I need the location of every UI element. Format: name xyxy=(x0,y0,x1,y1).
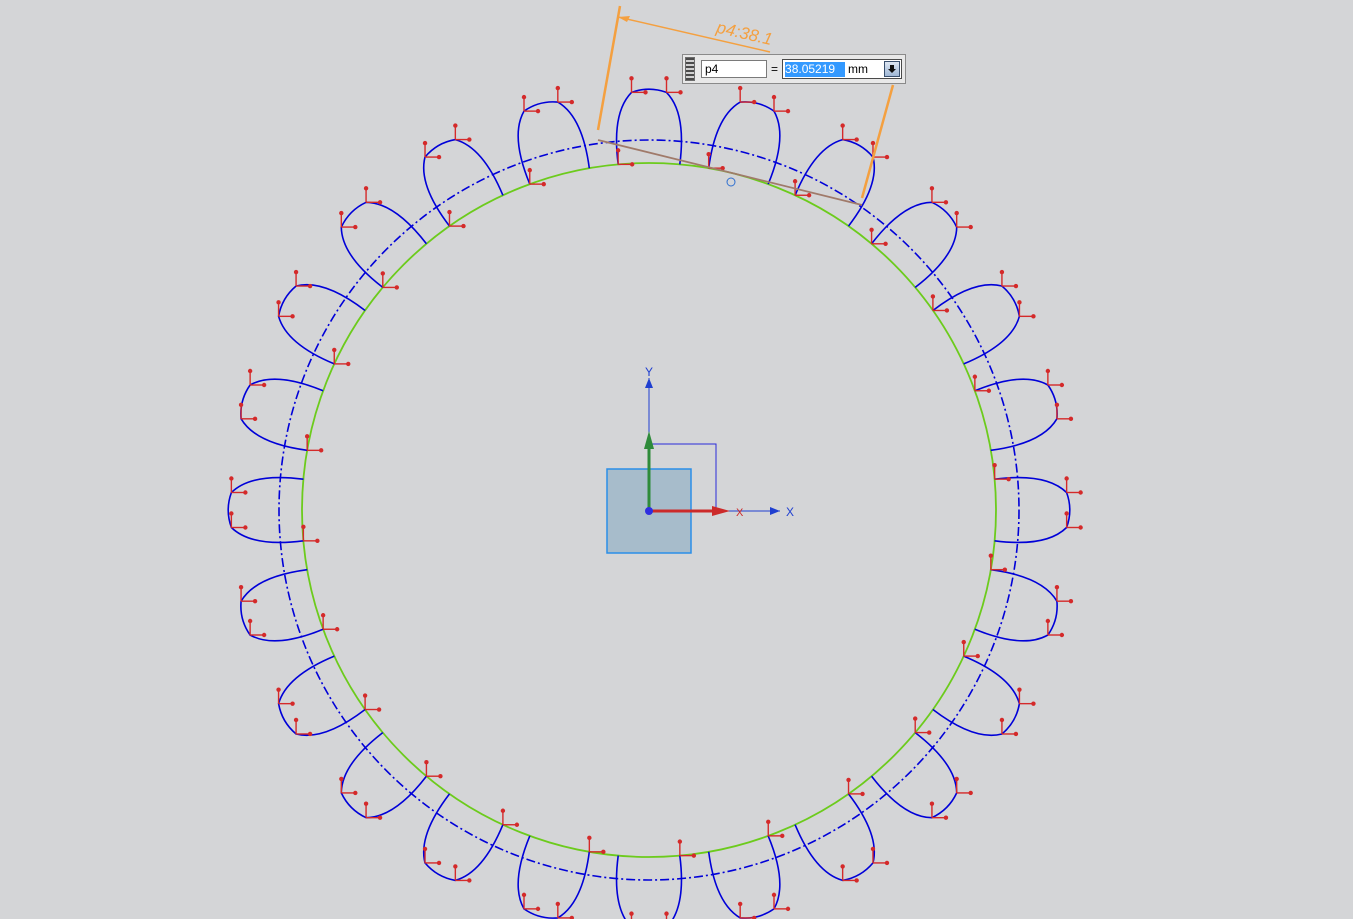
constraint-marker[interactable] xyxy=(247,368,267,388)
constraint-marker[interactable] xyxy=(1017,687,1036,706)
constraint-marker[interactable] xyxy=(929,801,949,820)
constraint-marker[interactable] xyxy=(500,808,520,827)
gear-tooth-profile[interactable] xyxy=(227,476,304,544)
constraint-marker[interactable] xyxy=(999,269,1019,289)
constraint-marker[interactable] xyxy=(954,776,973,796)
gear-tooth-profile[interactable] xyxy=(422,793,504,882)
constraint-marker[interactable] xyxy=(229,511,248,530)
constraint-marker[interactable] xyxy=(846,777,865,797)
constraint-marker[interactable] xyxy=(629,76,648,95)
constraint-marker[interactable] xyxy=(954,210,973,230)
dimension-label[interactable]: p4:38.1 xyxy=(714,18,775,50)
constraint-marker[interactable] xyxy=(766,819,785,839)
constraint-marker[interactable] xyxy=(363,801,383,820)
gear-tooth-profile[interactable] xyxy=(277,655,366,737)
gear-tooth-profile[interactable] xyxy=(870,731,958,819)
gear-tooth-profile[interactable] xyxy=(422,138,504,227)
gear-tooth-profile[interactable] xyxy=(240,568,324,642)
constraint-marker[interactable] xyxy=(840,864,859,883)
constraint-marker[interactable] xyxy=(453,123,472,142)
gear-tooth-profile[interactable] xyxy=(974,568,1058,642)
constraint-marker[interactable] xyxy=(664,76,683,95)
constraint-marker[interactable] xyxy=(229,476,248,495)
constraint-marker[interactable] xyxy=(1054,584,1074,604)
equals-sign: = xyxy=(771,62,779,76)
constraint-marker[interactable] xyxy=(339,210,358,230)
cad-sketch-viewport[interactable]: p4:38.1 X X Y xyxy=(0,0,1353,919)
gear-tooth-profile[interactable] xyxy=(932,655,1021,737)
gear-tooth-profile[interactable] xyxy=(240,378,324,452)
x-axis-label: X xyxy=(786,505,794,519)
constraint-marker[interactable] xyxy=(869,227,888,246)
constraint-marker[interactable] xyxy=(930,294,950,313)
constraint-marker[interactable] xyxy=(293,269,313,289)
constraint-marker[interactable] xyxy=(422,846,442,866)
dimension-edit-toolbar: = 38.05219 mm xyxy=(682,54,906,84)
grip-icon[interactable] xyxy=(685,57,695,81)
constraint-marker[interactable] xyxy=(1064,511,1083,530)
constraint-marker[interactable] xyxy=(555,85,575,105)
unit-label: mm xyxy=(848,62,869,76)
x-axis-label-small: X xyxy=(736,507,744,519)
constraint-marker[interactable] xyxy=(615,148,635,167)
gear-tooth-profile[interactable] xyxy=(277,283,366,365)
dimension-value-input[interactable]: 38.05219 xyxy=(785,61,846,77)
constraint-marker[interactable] xyxy=(992,462,1011,482)
constraint-marker[interactable] xyxy=(527,167,546,187)
gear-tooth-profile[interactable] xyxy=(932,283,1021,365)
constraint-marker[interactable] xyxy=(424,760,443,779)
constraint-marker[interactable] xyxy=(339,776,358,796)
gear-tooth-profile[interactable] xyxy=(707,835,781,919)
constraint-marker[interactable] xyxy=(929,186,949,205)
gear-tooth-profile[interactable] xyxy=(517,835,591,919)
constraint-marker[interactable] xyxy=(276,300,295,319)
constraint-marker[interactable] xyxy=(238,402,258,422)
constraint-marker[interactable] xyxy=(677,839,697,858)
constraint-marker[interactable] xyxy=(771,892,791,912)
gear-tooth-profile[interactable] xyxy=(340,731,428,819)
constraint-marker[interactable] xyxy=(304,434,324,453)
constraint-marker[interactable] xyxy=(629,911,647,919)
gear-tooth-profile[interactable] xyxy=(615,855,683,919)
constraint-marker[interactable] xyxy=(1017,300,1036,319)
constraint-marker[interactable] xyxy=(870,846,890,866)
constraint-marker[interactable] xyxy=(247,618,267,638)
constraint-marker[interactable] xyxy=(320,613,340,632)
gear-tooth-profile[interactable] xyxy=(994,476,1071,544)
constraint-marker[interactable] xyxy=(737,901,757,919)
y-axis-label: Y xyxy=(645,365,653,379)
constraint-marker[interactable] xyxy=(771,94,791,114)
gear-tooth-profile[interactable] xyxy=(794,793,876,882)
constraint-marker[interactable] xyxy=(737,85,757,105)
dimension-annotation[interactable]: p4:38.1 xyxy=(596,5,895,206)
constraint-marker[interactable] xyxy=(1045,368,1065,388)
constraint-marker[interactable] xyxy=(447,209,466,229)
dimension-name-input[interactable] xyxy=(701,60,767,78)
constraint-marker[interactable] xyxy=(521,892,541,912)
constraint-marker[interactable] xyxy=(988,553,1008,572)
constraint-marker[interactable] xyxy=(840,123,859,142)
constraint-marker[interactable] xyxy=(587,835,606,855)
constraint-marker[interactable] xyxy=(363,186,383,205)
constraint-marker[interactable] xyxy=(1064,476,1083,495)
constraint-marker[interactable] xyxy=(913,716,932,735)
constraint-marker[interactable] xyxy=(301,524,320,544)
constraint-marker[interactable] xyxy=(362,693,382,712)
gear-tooth-profile[interactable] xyxy=(707,101,781,185)
constraint-marker[interactable] xyxy=(961,639,980,659)
constraint-marker[interactable] xyxy=(293,717,313,737)
origin-point[interactable] xyxy=(645,507,653,515)
constraint-marker[interactable] xyxy=(972,374,992,393)
constraint-marker[interactable] xyxy=(1054,402,1074,422)
chevron-down-icon[interactable] xyxy=(884,61,901,77)
dimension-value-field[interactable]: 38.05219 mm xyxy=(782,59,903,79)
gear-tooth-profile[interactable] xyxy=(794,138,876,227)
coordinate-system: X X Y xyxy=(606,365,794,554)
